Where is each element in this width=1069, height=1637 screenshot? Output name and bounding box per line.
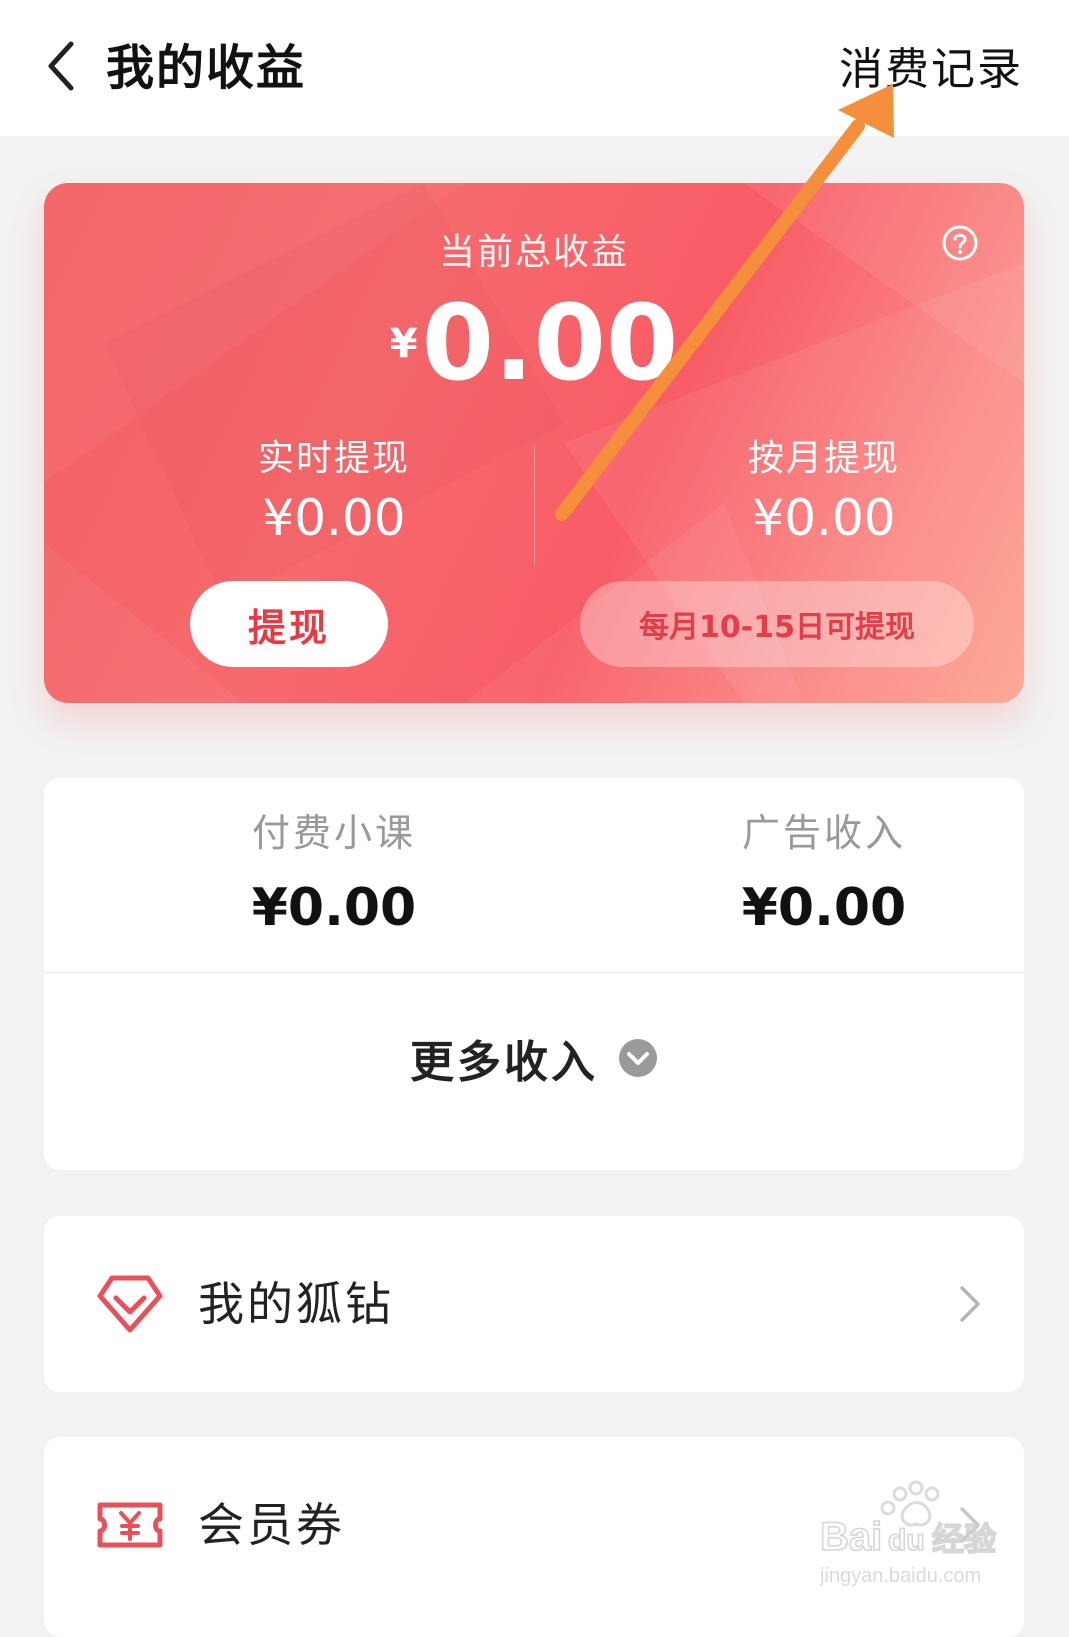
realtime-withdraw-amount: ¥0.00: [262, 489, 406, 547]
paid-course-income[interactable]: 付费小课 ¥0.00: [184, 808, 484, 938]
ad-income[interactable]: 广告收入 ¥0.00: [674, 808, 974, 938]
total-earnings-label: 当前总收益: [438, 232, 629, 273]
help-icon[interactable]: [940, 223, 980, 263]
back-button[interactable]: [36, 36, 86, 96]
voucher-icon: [97, 1502, 163, 1548]
income-value: ¥0.00: [251, 878, 417, 938]
svg-text:经验: 经验: [932, 1520, 996, 1558]
total-earnings-amount: ¥0.00: [44, 283, 1024, 403]
diamond-icon: [97, 1275, 163, 1333]
income-label: 广告收入: [741, 811, 906, 855]
realtime-withdraw-label: 实时提现: [257, 438, 410, 479]
monthly-withdraw-note: 每月10-15日可提现: [580, 581, 974, 667]
svg-text:jingyan.baidu.com: jingyan.baidu.com: [819, 1565, 981, 1587]
chevron-left-icon: [48, 41, 74, 91]
menu-item-label: 会员券: [198, 1498, 345, 1552]
monthly-withdraw-amount: ¥0.00: [752, 489, 896, 547]
earnings-card: 当前总收益 ¥0.00 实时提现 ¥0.00 按月提现 ¥0.00 提现 每月1…: [44, 183, 1024, 703]
svg-text:du: du: [888, 1524, 925, 1557]
income-card: 付费小课 ¥0.00 广告收入 ¥0.00 更多收入: [44, 778, 1024, 1170]
menu-item-my-diamonds[interactable]: 我的狐钻: [44, 1216, 1024, 1392]
svg-text:Bai: Bai: [820, 1515, 882, 1559]
income-label: 付费小课: [251, 811, 416, 855]
currency-symbol: ¥: [389, 321, 418, 367]
consumption-record-link[interactable]: 消费记录: [839, 38, 1023, 102]
more-income-label: 更多收入: [410, 1037, 598, 1088]
card-divider: [534, 445, 535, 565]
chevron-right-icon: [960, 1286, 980, 1322]
withdraw-button[interactable]: 提现: [190, 581, 388, 667]
header-bar: 我的收益 消费记录: [0, 0, 1069, 136]
income-value: ¥0.00: [741, 878, 907, 938]
monthly-withdraw-label: 按月提现: [747, 438, 900, 479]
income-divider: [44, 972, 1024, 973]
chevron-down-circle-icon: [619, 1039, 657, 1077]
more-income-toggle[interactable]: 更多收入: [44, 1026, 1024, 1090]
menu-item-label: 我的狐钻: [198, 1277, 394, 1331]
total-earnings-value: 0.00: [421, 282, 679, 404]
page-title: 我的收益: [106, 40, 307, 96]
baidu-jingyan-watermark: Bai du 经验 jingyan.baidu.com: [819, 1480, 997, 1587]
